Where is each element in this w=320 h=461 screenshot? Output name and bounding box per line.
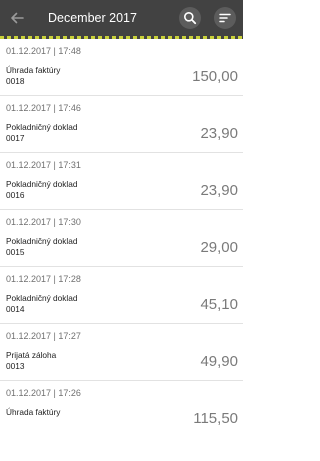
transaction-amount: 49,90 — [200, 353, 238, 370]
transaction-type: Úhrada faktúry — [6, 407, 61, 417]
transaction-date: 01.12.2017 | 17:31 — [6, 160, 81, 170]
list-item[interactable]: 01.12.2017 | 17:27 Prijatá záloha 0013 4… — [0, 324, 243, 381]
transaction-number: 0018 — [6, 76, 25, 86]
list-item[interactable]: 01.12.2017 | 17:26 Úhrada faktúry 115,50 — [0, 381, 243, 461]
sort-icon — [219, 13, 231, 23]
transaction-type: Úhrada faktúry — [6, 65, 61, 75]
transaction-number: 0013 — [6, 361, 25, 371]
transaction-amount: 23,90 — [200, 182, 238, 199]
transaction-number: 0015 — [6, 247, 25, 257]
transaction-type: Pokladničný doklad — [6, 236, 78, 246]
back-button[interactable] — [6, 7, 28, 29]
transaction-date: 01.12.2017 | 17:48 — [6, 46, 81, 56]
arrow-back-icon — [11, 12, 24, 24]
transaction-date: 01.12.2017 | 17:26 — [6, 388, 81, 398]
list-item[interactable]: 01.12.2017 | 17:46 Pokladničný doklad 00… — [0, 96, 243, 153]
sort-button[interactable] — [214, 7, 236, 29]
list-item[interactable]: 01.12.2017 | 17:30 Pokladničný doklad 00… — [0, 210, 243, 267]
transaction-list: 01.12.2017 | 17:48 Úhrada faktúry 0018 1… — [0, 39, 243, 461]
transaction-number: 0017 — [6, 133, 25, 143]
page-title: December 2017 — [48, 11, 137, 25]
search-button[interactable] — [179, 7, 201, 29]
transaction-amount: 23,90 — [200, 125, 238, 142]
transaction-amount: 115,50 — [193, 410, 238, 427]
transaction-date: 01.12.2017 | 17:46 — [6, 103, 81, 113]
transaction-date: 01.12.2017 | 17:30 — [6, 217, 81, 227]
transaction-type: Pokladničný doklad — [6, 122, 78, 132]
transaction-date: 01.12.2017 | 17:27 — [6, 331, 81, 341]
transaction-type: Prijatá záloha — [6, 350, 57, 360]
transaction-amount: 45,10 — [200, 296, 238, 313]
app-bar: December 2017 — [0, 0, 243, 36]
list-item[interactable]: 01.12.2017 | 17:48 Úhrada faktúry 0018 1… — [0, 39, 243, 96]
list-item[interactable]: 01.12.2017 | 17:28 Pokladničný doklad 00… — [0, 267, 243, 324]
transaction-type: Pokladničný doklad — [6, 179, 78, 189]
transaction-amount: 29,00 — [200, 239, 238, 256]
transaction-number: 0014 — [6, 304, 25, 314]
search-icon — [184, 12, 197, 25]
transaction-amount: 150,00 — [192, 68, 238, 85]
transaction-date: 01.12.2017 | 17:28 — [6, 274, 81, 284]
transaction-number: 0016 — [6, 190, 25, 200]
list-item[interactable]: 01.12.2017 | 17:31 Pokladničný doklad 00… — [0, 153, 243, 210]
transaction-type: Pokladničný doklad — [6, 293, 78, 303]
